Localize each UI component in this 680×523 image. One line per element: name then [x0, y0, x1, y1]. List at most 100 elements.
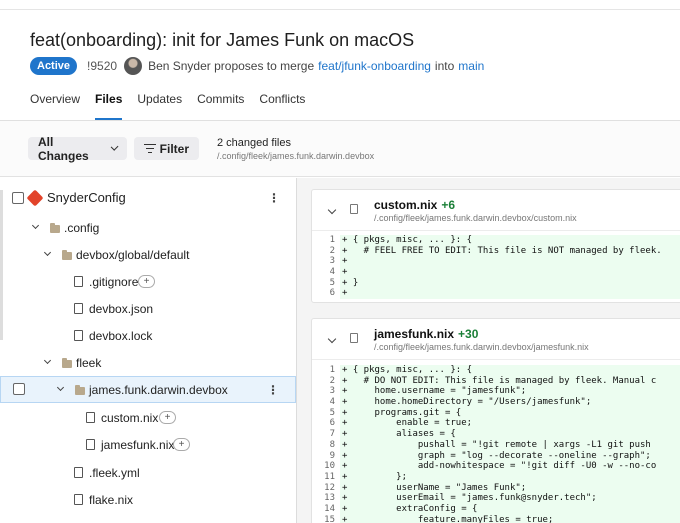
- diff-line[interactable]: 4 + home.homeDirectory = "/Users/jamesfun…: [312, 397, 680, 408]
- line-number: 11: [312, 471, 340, 483]
- diff-line[interactable]: 4 +: [312, 267, 680, 278]
- tree-file-row[interactable]: devbox.json: [0, 295, 296, 322]
- diff-line[interactable]: 1 + { pkgs, misc, ... }: {: [312, 235, 680, 246]
- diff-line[interactable]: 11 + };: [312, 471, 680, 483]
- file-icon: [350, 333, 358, 343]
- diff-code: 1 + { pkgs, misc, ... }: {2 + # DO NOT EDI…: [312, 360, 680, 523]
- tree-file-row[interactable]: jamesfunk.nix +: [0, 431, 296, 458]
- line-number: 12: [312, 482, 340, 494]
- line-content: + feature.manyFiles = true;: [340, 514, 680, 523]
- line-content: +: [340, 288, 680, 300]
- diff-line[interactable]: 3 +: [312, 256, 680, 268]
- yml-file-icon: [74, 467, 83, 478]
- line-number: 2: [312, 375, 340, 387]
- add-comment-button[interactable]: +: [173, 438, 190, 451]
- more-options-icon[interactable]: ⋮: [267, 383, 279, 397]
- tree-folder-row[interactable]: fleek: [0, 349, 296, 376]
- tree-root-row[interactable]: SnyderConfig ⋮: [0, 184, 296, 211]
- folder-icon: [50, 223, 60, 233]
- line-number: 1: [312, 235, 340, 246]
- tree-folder-row[interactable]: devbox/global/default: [0, 241, 296, 268]
- tree-item-label: devbox.json: [89, 301, 154, 316]
- collapse-chevron-icon[interactable]: [327, 205, 337, 215]
- more-options-icon[interactable]: ⋮: [268, 191, 280, 205]
- tree-folder-row[interactable]: .config: [0, 214, 296, 241]
- diff-line[interactable]: 8 + pushall = "!git remote | xargs -L1 gi…: [312, 439, 680, 451]
- additions-count: +30: [458, 327, 479, 341]
- tab-updates[interactable]: Updates: [137, 92, 182, 120]
- line-content: +: [340, 256, 680, 268]
- diff-line[interactable]: 1 + { pkgs, misc, ... }: {: [312, 365, 680, 376]
- tree-file-row[interactable]: flake.nix: [0, 486, 296, 513]
- chevron-down-icon[interactable]: [31, 221, 40, 230]
- tree-file-row[interactable]: devbox.lock: [0, 322, 296, 349]
- line-number: 14: [312, 503, 340, 515]
- add-comment-button[interactable]: +: [138, 275, 155, 288]
- folder-icon: [62, 358, 72, 368]
- line-content: + };: [340, 471, 680, 483]
- diff-line[interactable]: 2 + # DO NOT EDIT: This file is managed b…: [312, 375, 680, 387]
- line-content: + userEmail = "james.funk@snyder.tech";: [340, 493, 680, 504]
- tree-folder-row-selected[interactable]: james.funk.darwin.devbox ⋮: [0, 376, 296, 403]
- all-changes-dropdown[interactable]: All Changes: [28, 135, 127, 163]
- mr-meta: Active !9520 Ben Snyder proposes to merg…: [30, 56, 484, 76]
- diff-line[interactable]: 7 + aliases = {: [312, 429, 680, 440]
- line-content: + extraConfig = {: [340, 503, 680, 515]
- tree-file-row[interactable]: .gitignore +: [0, 268, 296, 295]
- tab-commits[interactable]: Commits: [197, 92, 244, 120]
- tab-files[interactable]: Files: [95, 92, 123, 120]
- chevron-down-icon[interactable]: [43, 248, 52, 257]
- diff-line[interactable]: 14 + extraConfig = {: [312, 503, 680, 515]
- diff-line[interactable]: 3 + home.username = "jamesfunk";: [312, 386, 680, 398]
- line-number: 2: [312, 245, 340, 257]
- changed-files-count: 2 changed files: [217, 137, 291, 149]
- file-icon: [74, 276, 83, 287]
- checkbox[interactable]: [13, 383, 25, 395]
- tab-conflicts[interactable]: Conflicts: [259, 92, 305, 120]
- line-content: + home.username = "jamesfunk";: [340, 386, 680, 398]
- source-branch-link[interactable]: feat/jfunk-onboarding: [318, 59, 431, 73]
- add-comment-button[interactable]: +: [159, 411, 176, 424]
- diff-file-path: /.config/fleek/james.funk.darwin.devbox/…: [374, 342, 589, 352]
- diff-card-header: custom.nix +6 /.config/fleek/james.funk.d…: [312, 190, 680, 231]
- diff-line[interactable]: 5 + }: [312, 277, 680, 289]
- chevron-down-icon[interactable]: [43, 356, 52, 365]
- diff-line[interactable]: 2 + # FEEL FREE TO EDIT: This file is NOT…: [312, 245, 680, 257]
- filter-icon: [144, 144, 156, 154]
- diff-line[interactable]: 15 + feature.manyFiles = true;: [312, 514, 680, 523]
- line-number: 5: [312, 407, 340, 419]
- diff-line[interactable]: 9 + graph = "log --decorate --oneline --g…: [312, 450, 680, 462]
- diff-line[interactable]: 5 + programs.git = {: [312, 407, 680, 419]
- tab-overview[interactable]: Overview: [30, 92, 80, 120]
- file-icon: [74, 330, 83, 341]
- diff-line[interactable]: 13 + userEmail = "james.funk@snyder.tech"…: [312, 493, 680, 504]
- tree-file-row[interactable]: custom.nix +: [0, 404, 296, 431]
- line-number: 1: [312, 365, 340, 376]
- collapse-chevron-icon[interactable]: [327, 334, 337, 344]
- tree-item-label: devbox/global/default: [76, 247, 190, 262]
- checkbox[interactable]: [12, 191, 24, 204]
- line-content: + add-nowhitespace = "!git diff -U0 -w -…: [340, 461, 680, 472]
- tree-item-label: .gitignore: [89, 274, 139, 289]
- diff-line[interactable]: 12 + userName = "James Funk";: [312, 482, 680, 494]
- line-number: 6: [312, 418, 340, 430]
- tree-item-label: flake.nix: [89, 492, 134, 507]
- chevron-down-icon[interactable]: [56, 383, 65, 392]
- line-number: 4: [312, 267, 340, 278]
- tree-file-row[interactable]: .fleek.yml: [0, 459, 296, 486]
- line-number: 9: [312, 450, 340, 462]
- diff-line[interactable]: 6 +: [312, 288, 680, 300]
- diff-file-path: /.config/fleek/james.funk.darwin.devbox/…: [374, 213, 577, 223]
- diff-file-name[interactable]: custom.nix +6: [374, 198, 455, 212]
- filter-button[interactable]: Filter: [134, 137, 199, 160]
- status-badge: Active: [30, 57, 78, 75]
- diff-line[interactable]: 6 + enable = true;: [312, 418, 680, 430]
- diff-file-name[interactable]: jamesfunk.nix +30: [374, 327, 478, 341]
- target-branch-link[interactable]: main: [458, 59, 484, 73]
- git-repo-icon: [26, 189, 44, 206]
- line-content: + home.homeDirectory = "/Users/jamesfunk…: [340, 397, 680, 408]
- line-content: + # FEEL FREE TO EDIT: This file is NOT …: [340, 245, 680, 257]
- diff-line[interactable]: 10 + add-nowhitespace = "!git diff -U0 -w…: [312, 461, 680, 472]
- file-icon: [86, 439, 95, 450]
- line-number: 6: [312, 288, 340, 300]
